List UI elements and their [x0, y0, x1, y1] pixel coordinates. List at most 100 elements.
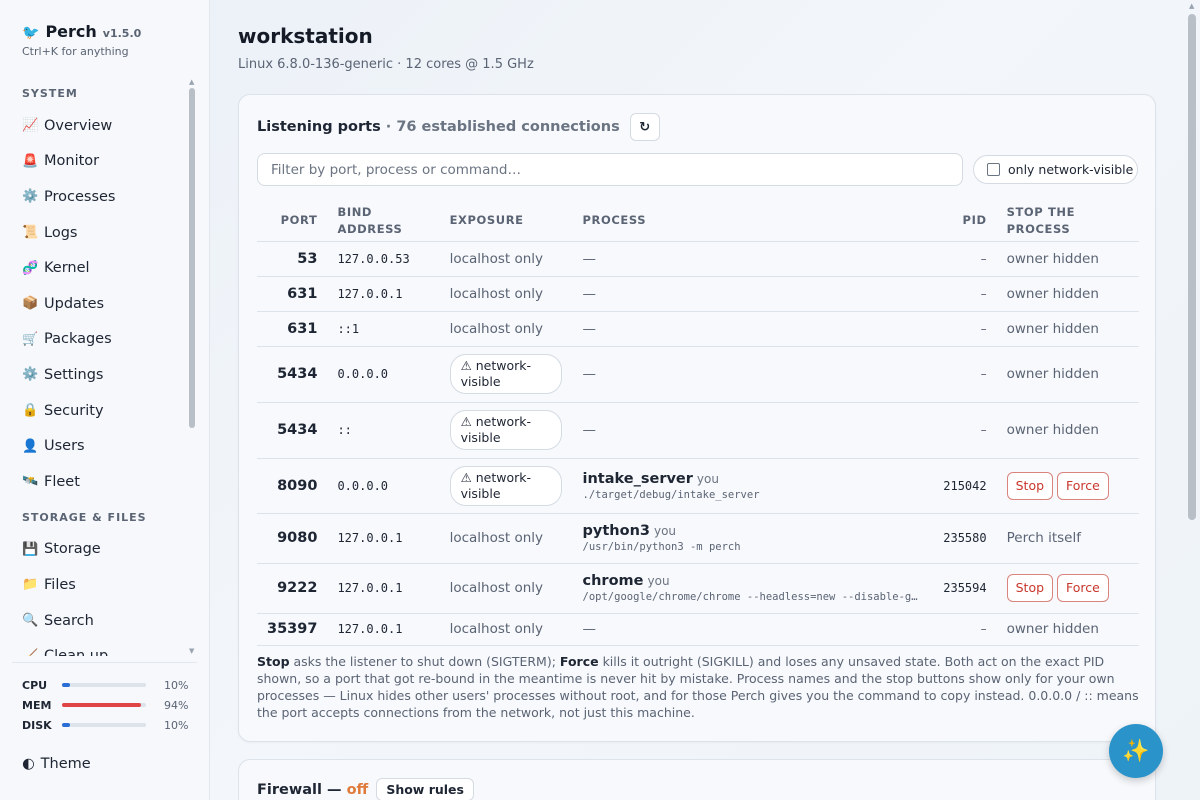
no-process: — — [582, 422, 597, 438]
nav-item-icon: 📁 — [22, 577, 39, 593]
table-row: 8090 0.0.0.0 ⚠ network-visible intake_serve… — [257, 458, 1139, 514]
stop-status-text: owner hidden — [1006, 621, 1099, 637]
sidebar-item-files[interactable]: 📁 Files — [0, 567, 200, 603]
stop-cell: owner hidden — [996, 402, 1139, 459]
app-version: v1.5.0 — [102, 27, 142, 40]
stop-button[interactable]: Stop — [1006, 574, 1054, 602]
stop-cell: Perch itself — [996, 513, 1139, 564]
sidebar-item-security[interactable]: 🔒 Security — [0, 393, 200, 429]
toggle-label: only network-visible — [1008, 162, 1134, 177]
assistant-button[interactable]: ✨ — [1109, 724, 1163, 778]
page-scrollbar[interactable] — [1188, 14, 1196, 520]
stat-value: 10% — [164, 678, 189, 692]
stop-status-text: owner hidden — [1006, 285, 1099, 302]
stop-cell: owner hidden — [996, 241, 1139, 277]
network-visible-checkbox[interactable] — [987, 163, 1000, 176]
bind-address: 0.0.0.0 — [327, 458, 440, 514]
sidebar-item-overview[interactable]: 📈 Overview — [0, 108, 200, 144]
sidebar-scrollbar[interactable] — [189, 88, 195, 428]
sidebar-item-updates[interactable]: 📦 Updates — [0, 286, 200, 322]
stat-bar-fill — [62, 703, 141, 707]
exposure-cell: ⚠ network-visible — [439, 402, 573, 459]
col-pid: PID — [933, 201, 997, 242]
sidebar-item-packages[interactable]: 🛒 Packages — [0, 322, 200, 358]
stat-label: DISK — [22, 718, 52, 732]
table-header: PORT BIND ADDRESS EXPOSURE PROCESS PID S… — [257, 201, 1139, 242]
stat-value: 94% — [164, 698, 189, 712]
nav-item-icon: ⚙️ — [22, 367, 39, 383]
nav-section-title: STORAGE & FILES — [22, 510, 147, 524]
sidebar-item-processes[interactable]: ⚙️ Processes — [0, 179, 200, 215]
firewall-title-text: Firewall — — [257, 781, 342, 798]
sidebar-item-clean-up[interactable]: 🧹 Clean up — [0, 638, 200, 656]
force-button[interactable]: Force — [1057, 471, 1109, 500]
port-number: 631 — [257, 276, 328, 312]
no-process: — — [582, 366, 597, 382]
sidebar-item-label: Search — [44, 612, 94, 629]
port-number: 5434 — [257, 346, 328, 403]
stop-cell: owner hidden — [996, 276, 1139, 312]
table-row: 9080 127.0.0.1 localhost only python3 you/us… — [257, 513, 1139, 564]
table-row: 9222 127.0.0.1 localhost only chrome you/opt… — [257, 563, 1139, 614]
sidebar-item-settings[interactable]: ⚙️ Settings — [0, 357, 200, 393]
bind-address: 127.0.0.53 — [327, 241, 440, 277]
system-stats: CPU 10% MEM 94% DISK 10% — [12, 662, 197, 735]
col-stop: STOP THE PROCESS — [996, 201, 1139, 242]
process-name: chrome — [582, 573, 644, 589]
no-process: — — [582, 250, 597, 267]
sidebar-item-label: Updates — [44, 295, 105, 312]
refresh-button[interactable]: ↻ — [629, 113, 660, 141]
sidebar-item-search[interactable]: 🔍 Search — [0, 603, 200, 639]
sidebar-scroll-up-icon[interactable]: ▲ — [189, 78, 194, 86]
col-bind-address: BIND ADDRESS — [327, 201, 440, 242]
sidebar-item-logs[interactable]: 📜 Logs — [0, 215, 200, 251]
stop-button[interactable]: Stop — [1006, 471, 1054, 500]
theme-toggle[interactable]: ◐ Theme — [22, 756, 91, 772]
nav-item-icon: 🧹 — [22, 649, 38, 656]
filter-input[interactable] — [257, 153, 963, 186]
stat-bar-fill — [62, 683, 70, 687]
sidebar-item-label: Users — [44, 438, 85, 455]
page-subtitle: Linux 6.8.0-136-generic · 12 cores @ 1.5… — [238, 57, 534, 72]
listening-ports-card: Listening ports · 76 established connect… — [238, 94, 1156, 742]
process-cell: — — [572, 311, 934, 347]
footnote-stop: Stop — [257, 654, 290, 669]
theme-icon: ◐ — [22, 756, 35, 772]
theme-label: Theme — [40, 756, 91, 772]
sidebar-item-fleet[interactable]: 🛰️ Fleet — [0, 464, 200, 500]
footnote-force: Force — [559, 654, 599, 669]
process-cell: — — [572, 613, 934, 646]
exposure-cell: ⚠ network-visible — [439, 346, 573, 403]
stat-bar — [62, 703, 146, 707]
page-scroll-up-icon[interactable]: ▲ — [1189, 2, 1194, 10]
sidebar-item-users[interactable]: 👤 Users — [0, 428, 200, 464]
col-port: PORT — [257, 201, 328, 242]
app-name: Perch — [45, 22, 97, 41]
firewall-title: Firewall — off — [257, 782, 368, 798]
pid: – — [933, 276, 997, 312]
force-button[interactable]: Force — [1057, 574, 1109, 602]
sidebar-item-label: Security — [44, 402, 104, 419]
table-row: 5434:: ⚠ network-visible — – owner hidden — [257, 402, 1139, 459]
port-number: 53 — [257, 241, 328, 277]
stat-label: CPU — [22, 678, 48, 692]
stat-label: MEM — [22, 698, 52, 712]
process-cell: — — [572, 402, 934, 459]
sidebar-item-kernel[interactable]: 🧬 Kernel — [0, 250, 200, 286]
pid: 235580 — [933, 513, 997, 564]
sidebar-nav: SYSTEM 📈 Overview 🚨 Monitor ⚙️ Processes 📜 Logs 🧬… — [0, 80, 200, 656]
exposure-cell: localhost only — [439, 613, 573, 646]
table-row: 631 127.0.0.1 localhost only — – owner hidden — [257, 276, 1139, 312]
sidebar-item-monitor[interactable]: 🚨 Monitor — [0, 144, 200, 180]
network-visible-toggle[interactable]: only network-visible — [973, 155, 1138, 184]
no-process: — — [582, 285, 597, 302]
nav-item-icon: 💾 — [22, 541, 39, 557]
sidebar-item-storage[interactable]: 💾 Storage — [0, 532, 200, 568]
localhost-only-text: localhost only — [449, 580, 544, 596]
ports-footnote: Stop asks the listener to shut down (SIG… — [257, 653, 1139, 721]
show-rules-button[interactable]: Show rules — [376, 778, 474, 800]
bind-address: ::1 — [327, 311, 440, 347]
table-row: 5434 0.0.0.0 ⚠ network-visible — – owner hidd… — [257, 346, 1139, 403]
pid: – — [933, 402, 997, 459]
sidebar-scroll-down-icon[interactable]: ▼ — [189, 647, 194, 655]
